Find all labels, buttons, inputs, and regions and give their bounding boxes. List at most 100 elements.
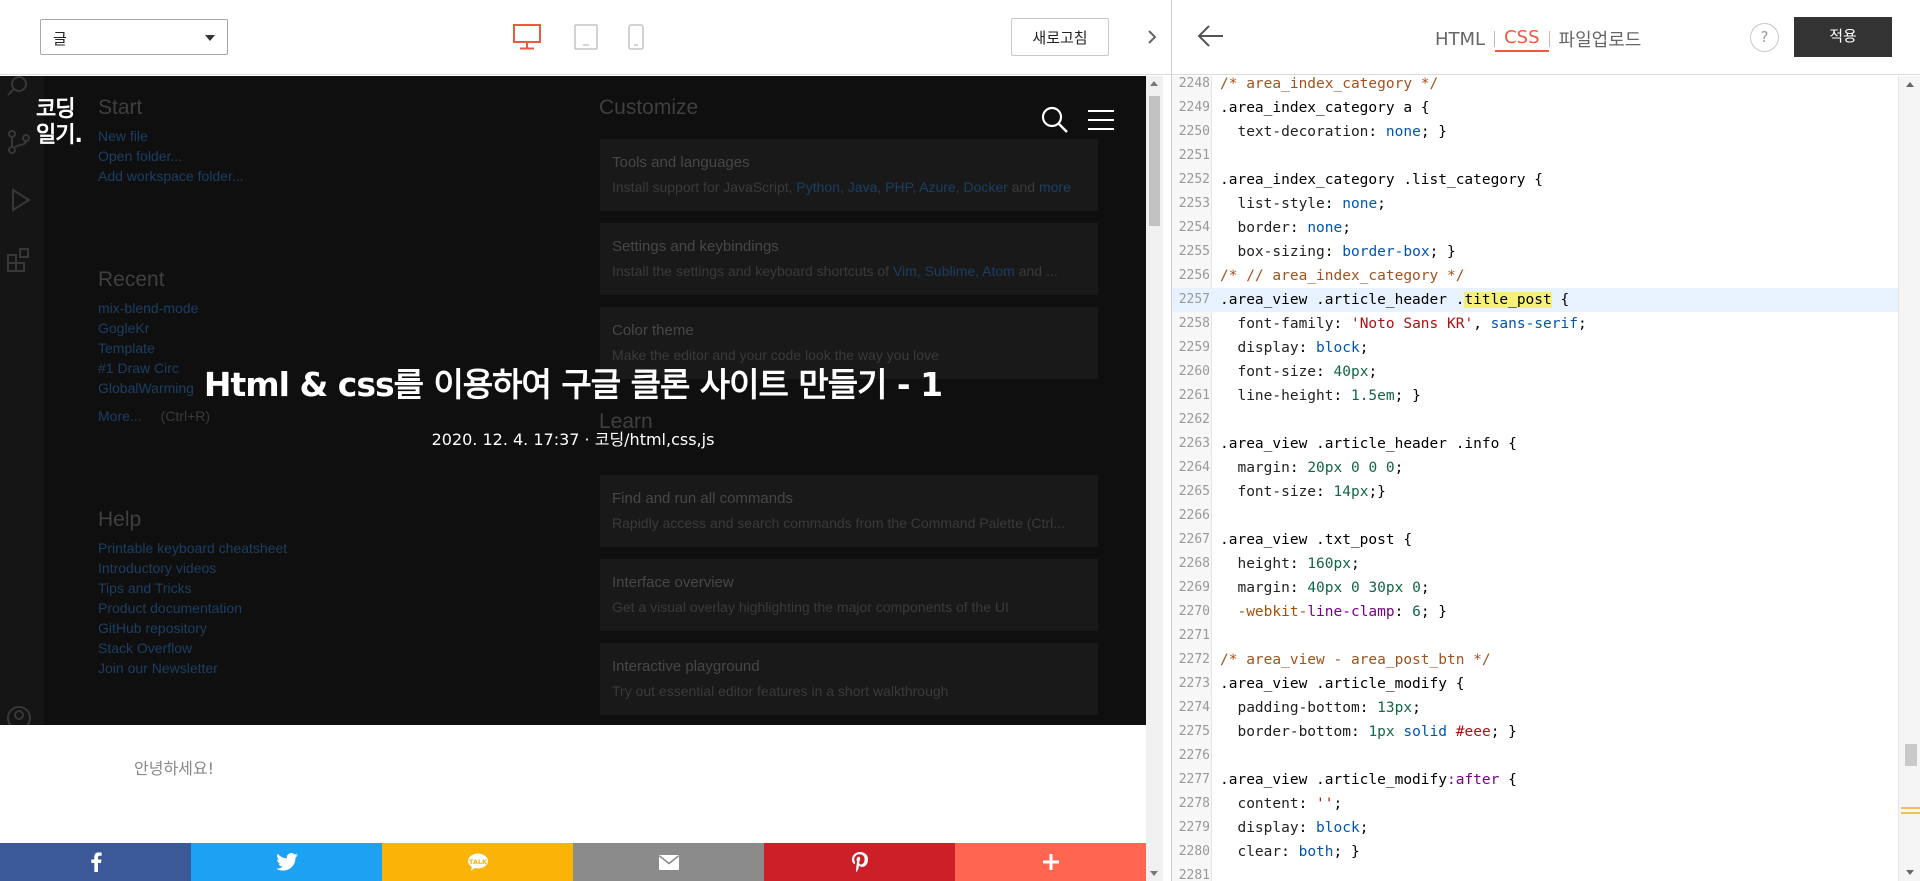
code-text: border-bottom: 1px solid #eee; } xyxy=(1237,724,1517,740)
code-line[interactable]: 2259 display: block; xyxy=(1172,336,1898,360)
code-line[interactable]: 2281 xyxy=(1172,864,1898,881)
help-button[interactable]: ? xyxy=(1750,23,1779,52)
facebook-share-button[interactable] xyxy=(0,843,191,881)
code-line[interactable]: 2251 xyxy=(1172,144,1898,168)
code-line[interactable]: 2250 text-decoration: none; } xyxy=(1172,120,1898,144)
code-line[interactable]: 2248 /* area_index_category */ xyxy=(1172,76,1898,96)
code-text: margin: 40px 0 30px 0; xyxy=(1237,580,1430,596)
code-line[interactable]: 2254 border: none; xyxy=(1172,216,1898,240)
scroll-up-arrow-icon[interactable] xyxy=(1906,82,1914,87)
editor-pane: HTML CSS 파일업로드 ? 적용 2248 /* area_index_ca… xyxy=(1172,0,1920,881)
code-text: font-size: 14px;} xyxy=(1237,484,1386,500)
email-share-button[interactable] xyxy=(573,843,764,881)
tab-file-upload[interactable]: 파일업로드 xyxy=(1550,26,1651,52)
card-desc-mid: and xyxy=(1007,179,1039,195)
extensions-icon xyxy=(7,248,29,272)
line-number: 2250 xyxy=(1178,124,1210,139)
code-line[interactable]: 2271 xyxy=(1172,624,1898,648)
code-line[interactable]: 2249 .area_index_category a { xyxy=(1172,96,1898,120)
code-line[interactable]: 2265 font-size: 14px;} xyxy=(1172,480,1898,504)
line-number: 2263 xyxy=(1178,436,1210,451)
code-line[interactable]: 2279 display: block; xyxy=(1172,816,1898,840)
scrollbar-thumb[interactable] xyxy=(1905,744,1917,766)
refresh-button[interactable]: 새로고침 xyxy=(1011,18,1109,56)
card-desc: Install support for JavaScript, Python, … xyxy=(612,179,1071,195)
plus-icon xyxy=(1042,854,1059,870)
code-text: .area_index_category .list_category { xyxy=(1220,172,1544,188)
svg-text:TALK: TALK xyxy=(468,858,487,866)
code-line[interactable]: 2253 list-style: none; xyxy=(1172,192,1898,216)
code-line[interactable]: 2275 border-bottom: 1px solid #eee; } xyxy=(1172,720,1898,744)
recent-item: mix-blend-mode xyxy=(98,300,199,316)
code-line[interactable]: 2274 padding-bottom: 13px; xyxy=(1172,696,1898,720)
scroll-down-arrow-icon[interactable] xyxy=(1906,870,1914,875)
code-line[interactable]: 2252 .area_index_category .list_category … xyxy=(1172,168,1898,192)
line-number: 2249 xyxy=(1178,100,1210,115)
search-icon[interactable] xyxy=(1041,106,1069,134)
code-line[interactable]: 2262 xyxy=(1172,408,1898,432)
code-line[interactable]: 2257 .area_view .article_header .title_po… xyxy=(1172,288,1898,312)
code-line[interactable]: 2260 font-size: 40px; xyxy=(1172,360,1898,384)
tablet-view-icon[interactable] xyxy=(574,24,598,50)
vscode-start-section: Start New file Open folder... Add worksp… xyxy=(98,96,244,186)
line-number: 2277 xyxy=(1178,772,1210,787)
line-number: 2268 xyxy=(1178,556,1210,571)
pinterest-share-button[interactable] xyxy=(764,843,955,881)
tab-html[interactable]: HTML xyxy=(1426,29,1494,50)
code-line[interactable]: 2264 margin: 20px 0 0 0; xyxy=(1172,456,1898,480)
card-desc-links: Python, Java, PHP, Azure, Docker xyxy=(796,179,1008,195)
code-line[interactable]: 2269 margin: 40px 0 30px 0; xyxy=(1172,576,1898,600)
desktop-view-icon[interactable] xyxy=(513,24,541,50)
more-link: More... xyxy=(98,408,142,424)
code-line[interactable]: 2280 clear: both; } xyxy=(1172,840,1898,864)
page-type-select[interactable]: 글 xyxy=(40,19,228,55)
hamburger-menu-icon[interactable] xyxy=(1087,109,1115,131)
code-line[interactable]: 2273 .area_view .article_modify { xyxy=(1172,672,1898,696)
blog-logo[interactable]: 코딩 일기. xyxy=(36,97,83,149)
card-desc: Try out essential editor features in a s… xyxy=(612,683,949,699)
code-line[interactable]: 2270 -webkit-line-clamp: 6; } xyxy=(1172,600,1898,624)
line-number: 2257 xyxy=(1178,292,1210,307)
apply-button[interactable]: 적용 xyxy=(1794,17,1892,57)
line-number: 2271 xyxy=(1178,628,1210,643)
more-share-button[interactable] xyxy=(955,843,1146,881)
code-line[interactable]: 2278 content: ''; xyxy=(1172,792,1898,816)
code-text: /* // area_index_category */ xyxy=(1220,268,1465,284)
editor-scrollbar[interactable] xyxy=(1898,76,1920,881)
line-number: 2251 xyxy=(1178,148,1210,163)
code-line[interactable]: 2268 height: 160px; xyxy=(1172,552,1898,576)
twitter-share-button[interactable] xyxy=(191,843,382,881)
preview-scrollbar[interactable] xyxy=(1146,76,1163,881)
code-text: /* area_view - area_post_btn */ xyxy=(1220,652,1491,668)
code-line[interactable]: 2261 line-height: 1.5em; } xyxy=(1172,384,1898,408)
code-line[interactable]: 2263 .area_view .article_header .info { xyxy=(1172,432,1898,456)
code-line[interactable]: 2255 box-sizing: border-box; } xyxy=(1172,240,1898,264)
code-line[interactable]: 2267 .area_view .txt_post { xyxy=(1172,528,1898,552)
code-text: .area_view .article_modify:after { xyxy=(1220,772,1517,788)
help-link: Stack Overflow xyxy=(98,640,193,656)
help-heading: Help xyxy=(98,508,142,531)
code-line[interactable]: 2277 .area_view .article_modify:after { xyxy=(1172,768,1898,792)
card-title: Interface overview xyxy=(612,574,734,591)
css-code-editor[interactable]: 2248 /* area_index_category */ 2249 .area_i… xyxy=(1172,76,1898,881)
blog-logo-line2: 일기. xyxy=(36,123,83,148)
tab-css[interactable]: CSS xyxy=(1495,27,1549,52)
line-number: 2264 xyxy=(1178,460,1210,475)
code-line[interactable]: 2256 /* // area_index_category */ xyxy=(1172,264,1898,288)
scroll-down-arrow-icon[interactable] xyxy=(1150,871,1158,876)
code-text: .area_view .article_header .title_post { xyxy=(1220,292,1570,308)
preview-pane: 글 새로고침 Start New file Open folder... Add… xyxy=(0,0,1171,881)
scrollbar-thumb[interactable] xyxy=(1149,96,1160,226)
code-line[interactable]: 2276 xyxy=(1172,744,1898,768)
card-title: Tools and languages xyxy=(612,154,750,171)
kakaostory-share-button[interactable]: TALK xyxy=(382,843,573,881)
line-number: 2256 xyxy=(1178,268,1210,283)
code-line[interactable]: 2266 xyxy=(1172,504,1898,528)
mobile-view-icon[interactable] xyxy=(628,24,644,50)
code-line[interactable]: 2258 font-family: 'Noto Sans KR', sans-s… xyxy=(1172,312,1898,336)
scroll-up-arrow-icon[interactable] xyxy=(1150,81,1158,86)
back-arrow-icon[interactable] xyxy=(1197,23,1225,49)
chevron-right-icon[interactable] xyxy=(1135,24,1169,50)
code-text: display: block; xyxy=(1237,820,1369,836)
code-line[interactable]: 2272 /* area_view - area_post_btn */ xyxy=(1172,648,1898,672)
